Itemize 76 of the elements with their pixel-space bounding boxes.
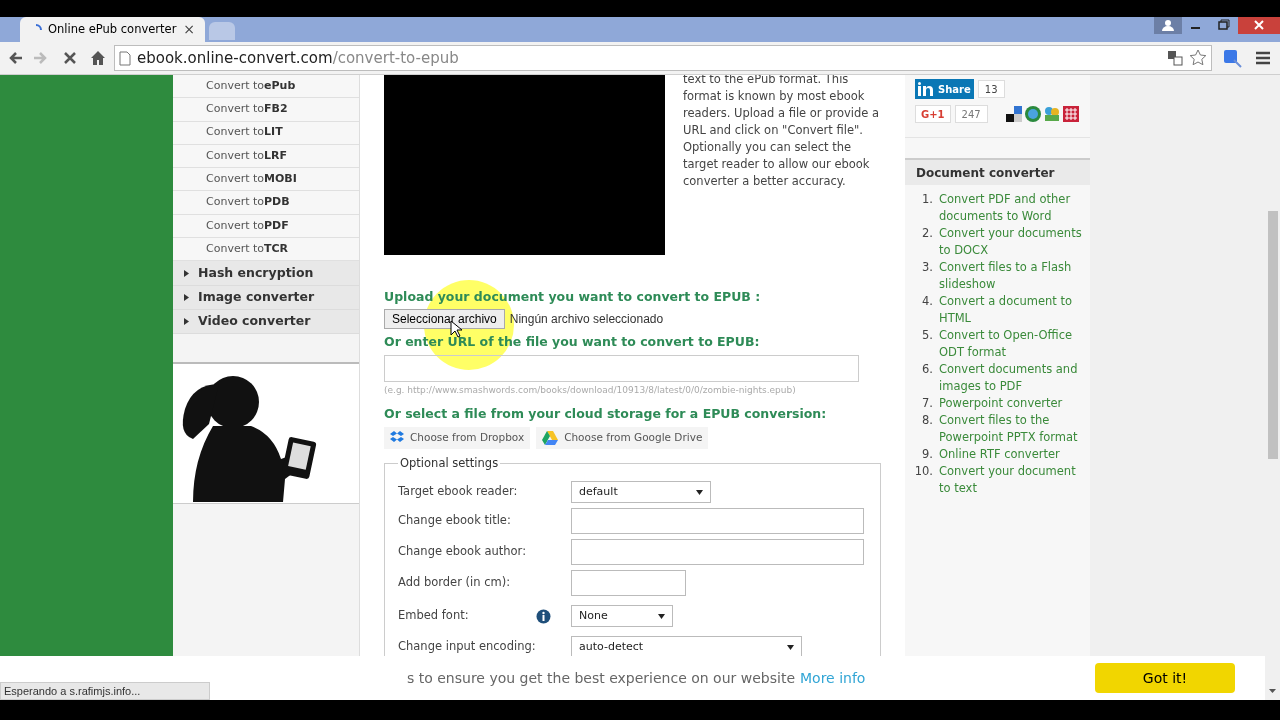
share-count: 13: [977, 80, 1005, 98]
bookmark-site-icon[interactable]: [1005, 106, 1022, 122]
info-icon[interactable]: [536, 608, 551, 624]
got-it-button[interactable]: Got it!: [1095, 663, 1235, 693]
dropdown[interactable]: None: [571, 605, 673, 627]
section-heading: Or select a file from your cloud storage for a EPUB conversion:: [384, 405, 828, 423]
legend-text: Optional settings: [399, 454, 500, 472]
sidebar-link[interactable]: Convert files to a Flash slideshow: [939, 259, 1084, 293]
nav-group[interactable]: Image converter: [173, 285, 359, 310]
url-text: ebook.online-convert.com/convert-to-epub: [137, 47, 460, 69]
dropdown-arrow-icon: [696, 489, 703, 495]
address-bar[interactable]: ebook.online-convert.com/convert-to-epub: [114, 45, 1212, 71]
close-window-icon[interactable]: [1238, 17, 1280, 34]
cookie-text: s to ensure you get the best experience on our website: [407, 668, 795, 688]
list-number: 5.: [921, 327, 934, 344]
dropdown[interactable]: default: [571, 481, 711, 503]
list-number: 8.: [921, 412, 934, 429]
drive-icon: [542, 430, 559, 445]
linkedin-share-button[interactable]: Share: [915, 79, 974, 99]
caret-icon: [183, 269, 190, 277]
close-tab-icon[interactable]: ×: [183, 19, 195, 40]
text-input[interactable]: [571, 508, 864, 534]
list-number: 3.: [921, 259, 934, 276]
text-input[interactable]: [571, 570, 686, 596]
translate-icon[interactable]: [1167, 50, 1183, 66]
grid-share-icon[interactable]: [1062, 106, 1079, 122]
tab-title: Online ePub converter: [48, 20, 178, 38]
extension-icon[interactable]: [1222, 48, 1244, 68]
bookmark-star-icon[interactable]: [1189, 49, 1207, 67]
list-number: 7.: [921, 395, 934, 412]
linkedin-icon: [918, 82, 934, 96]
nav-group[interactable]: Hash encryption: [173, 261, 359, 286]
sidebar-link[interactable]: Powerpoint converter: [939, 395, 1084, 412]
sidebar-link[interactable]: Online RTF converter: [939, 446, 1084, 463]
text-input[interactable]: [571, 539, 864, 565]
sidebar-link[interactable]: Convert documents and images to PDF: [939, 361, 1084, 395]
field-label: Change ebook author:: [398, 543, 527, 561]
caret-icon: [183, 293, 190, 301]
people-icon[interactable]: [1043, 106, 1060, 122]
page-icon: [119, 50, 131, 66]
dropdown-arrow-icon: [787, 644, 794, 650]
list-number: 2.: [921, 225, 934, 242]
sidebar-link[interactable]: Convert your documents to DOCX: [939, 225, 1084, 259]
cloud-button[interactable]: Choose from Dropbox: [384, 426, 531, 449]
field-label: Target ebook reader:: [398, 483, 518, 501]
share-site-icon[interactable]: [1024, 106, 1041, 122]
panel-title: Document converter: [905, 160, 1090, 185]
list-number: 6.: [921, 361, 934, 378]
example-text: (e.g. http://www.smashwords.com/books/download/10913/8/latest/0/0/zombie-nights.epub): [384, 383, 797, 397]
field-label: Embed font:: [398, 607, 469, 625]
dropbox-icon: [390, 431, 404, 445]
nav-group[interactable]: Video converter: [173, 309, 359, 335]
google-plus-button[interactable]: G+1: [915, 105, 951, 123]
field-label: Add border (in cm):: [398, 574, 511, 592]
field-label: Change input encoding:: [398, 638, 536, 656]
list-number: 9.: [921, 446, 934, 463]
dropdown-arrow-icon: [658, 613, 665, 619]
file-select-button[interactable]: Seleccionar archivo: [384, 308, 505, 329]
scrollbar-thumb[interactable]: [1268, 211, 1278, 459]
cloud-button[interactable]: Choose from Google Drive: [536, 426, 709, 449]
url-input[interactable]: [384, 354, 859, 382]
field-label: Change ebook title:: [398, 512, 511, 530]
sidebar-link[interactable]: Convert to Open-Office ODT format: [939, 327, 1084, 361]
share-count: 247: [954, 105, 988, 123]
sidebar-link[interactable]: Convert your document to text: [939, 463, 1084, 497]
browser-tab[interactable]: Online ePub converter ×: [20, 17, 205, 42]
sidebar-link[interactable]: Convert a document to HTML: [939, 293, 1084, 327]
list-number: 4.: [921, 293, 934, 310]
sidebar-link[interactable]: Convert files to the Powerpoint PPTX format: [939, 412, 1084, 446]
caret-icon: [183, 318, 190, 326]
list-number: 1.: [921, 191, 934, 208]
status-bar: Esperando a s.rafimjs.info...: [0, 682, 210, 700]
sidebar-link[interactable]: Convert PDF and other documents to Word: [939, 191, 1084, 225]
list-number: 10.: [913, 463, 934, 480]
profile-icon[interactable]: [1154, 17, 1182, 34]
intro-text: text to the ePub format. This format is known by most ebook readers. Upload a file or provide a URL and click on "Convert file". Optionally you can select the target reader to allow our ebook converter a better accuracy.: [683, 75, 881, 190]
